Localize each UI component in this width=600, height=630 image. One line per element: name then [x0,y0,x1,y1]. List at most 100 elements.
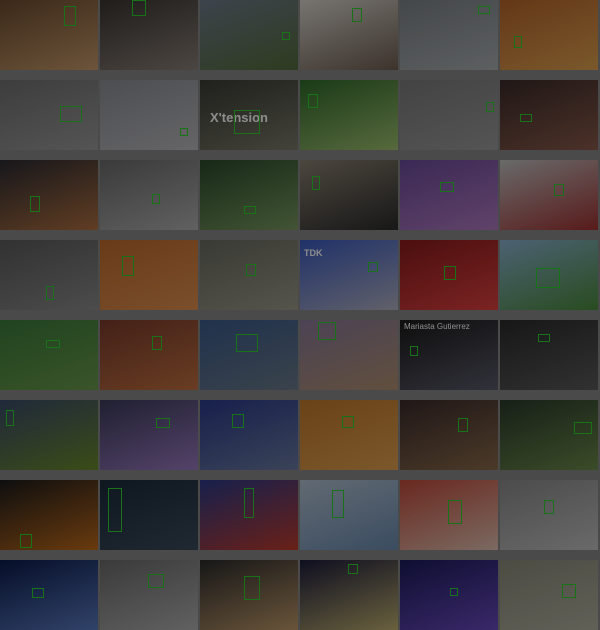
photo-tile [300,400,398,470]
scene-image [500,400,598,470]
bounding-box [152,336,162,350]
photo-tile [500,160,598,230]
photo-tile [300,160,398,230]
photo-tile [400,80,498,150]
caption-overlay-text: Mariasta Gutierrez [404,322,470,331]
scene-image [0,80,98,150]
scene-image [300,400,398,470]
photo-tile [300,0,398,70]
scene-image [300,0,398,70]
bounding-box [318,322,336,340]
photo-tile [0,0,98,70]
photo-tile [100,0,198,70]
bounding-box [368,262,378,272]
scene-image [300,160,398,230]
image-mosaic: X'tension TDK Mariasta Gutierrez [0,0,600,630]
bounding-box [312,176,320,190]
photo-tile [200,0,298,70]
scene-image [200,400,298,470]
bounding-box [458,418,468,432]
bounding-box [554,184,564,196]
bounding-box [244,576,260,600]
bounding-box [562,584,576,598]
scene-image [0,320,98,390]
scene-image [300,80,398,150]
scene-image [100,400,198,470]
scene-image [400,160,498,230]
photo-tile [0,80,98,150]
scene-image [100,560,198,630]
bounding-box [538,334,550,342]
bounding-box [156,418,170,428]
bounding-box [348,564,358,574]
photo-tile [0,160,98,230]
photo-tile [300,80,398,150]
scene-image [500,80,598,150]
photo-tile [400,240,498,310]
scene-image [100,240,198,310]
photo-tile [500,0,598,70]
photo-tile: TDK [300,240,398,310]
scene-image [400,400,498,470]
bounding-box [486,102,494,112]
photo-tile [500,560,598,630]
photo-tile [100,80,198,150]
scene-image [0,400,98,470]
photo-tile [200,240,298,310]
scene-image [200,320,298,390]
photo-tile [500,80,598,150]
bounding-box [32,588,44,598]
photo-tile [200,560,298,630]
photo-tile [200,160,298,230]
scene-image [300,480,398,550]
bounding-box [6,410,14,426]
scene-image [500,320,598,390]
photo-tile: Mariasta Gutierrez [400,320,498,390]
photo-tile [200,320,298,390]
bounding-box [440,182,454,192]
bounding-box [246,264,256,276]
photo-tile [300,480,398,550]
bounding-box [132,0,146,16]
photo-tile [0,560,98,630]
scene-image [0,0,98,70]
photo-tile [0,320,98,390]
bounding-box [46,286,54,300]
scene-image [500,480,598,550]
photo-tile [400,480,498,550]
bounding-box [30,196,40,212]
bounding-box [352,8,362,22]
scene-image [100,0,198,70]
photo-tile [500,400,598,470]
scene-image [400,560,498,630]
bounding-box [244,488,254,518]
bounding-box [544,500,554,514]
photo-tile [500,480,598,550]
bounding-box [20,534,32,548]
photo-tile [100,240,198,310]
photo-tile [400,160,498,230]
bounding-box [232,414,244,428]
photo-tile [100,160,198,230]
scene-image [500,560,598,630]
photo-tile [400,400,498,470]
scene-image [0,480,98,550]
bounding-box [342,416,354,428]
bounding-box [152,194,160,204]
photo-tile [400,560,498,630]
scene-image [300,320,398,390]
bounding-box [60,106,82,122]
photo-tile [300,560,398,630]
scene-image [500,160,598,230]
scene-image [100,80,198,150]
bounding-box [450,588,458,596]
scene-image [500,0,598,70]
bounding-box [332,490,344,518]
scene-image [0,560,98,630]
bounding-box [180,128,188,136]
bounding-box [536,268,560,288]
scene-image [0,160,98,230]
photo-tile [500,320,598,390]
bounding-box [64,6,76,26]
photo-tile [100,560,198,630]
